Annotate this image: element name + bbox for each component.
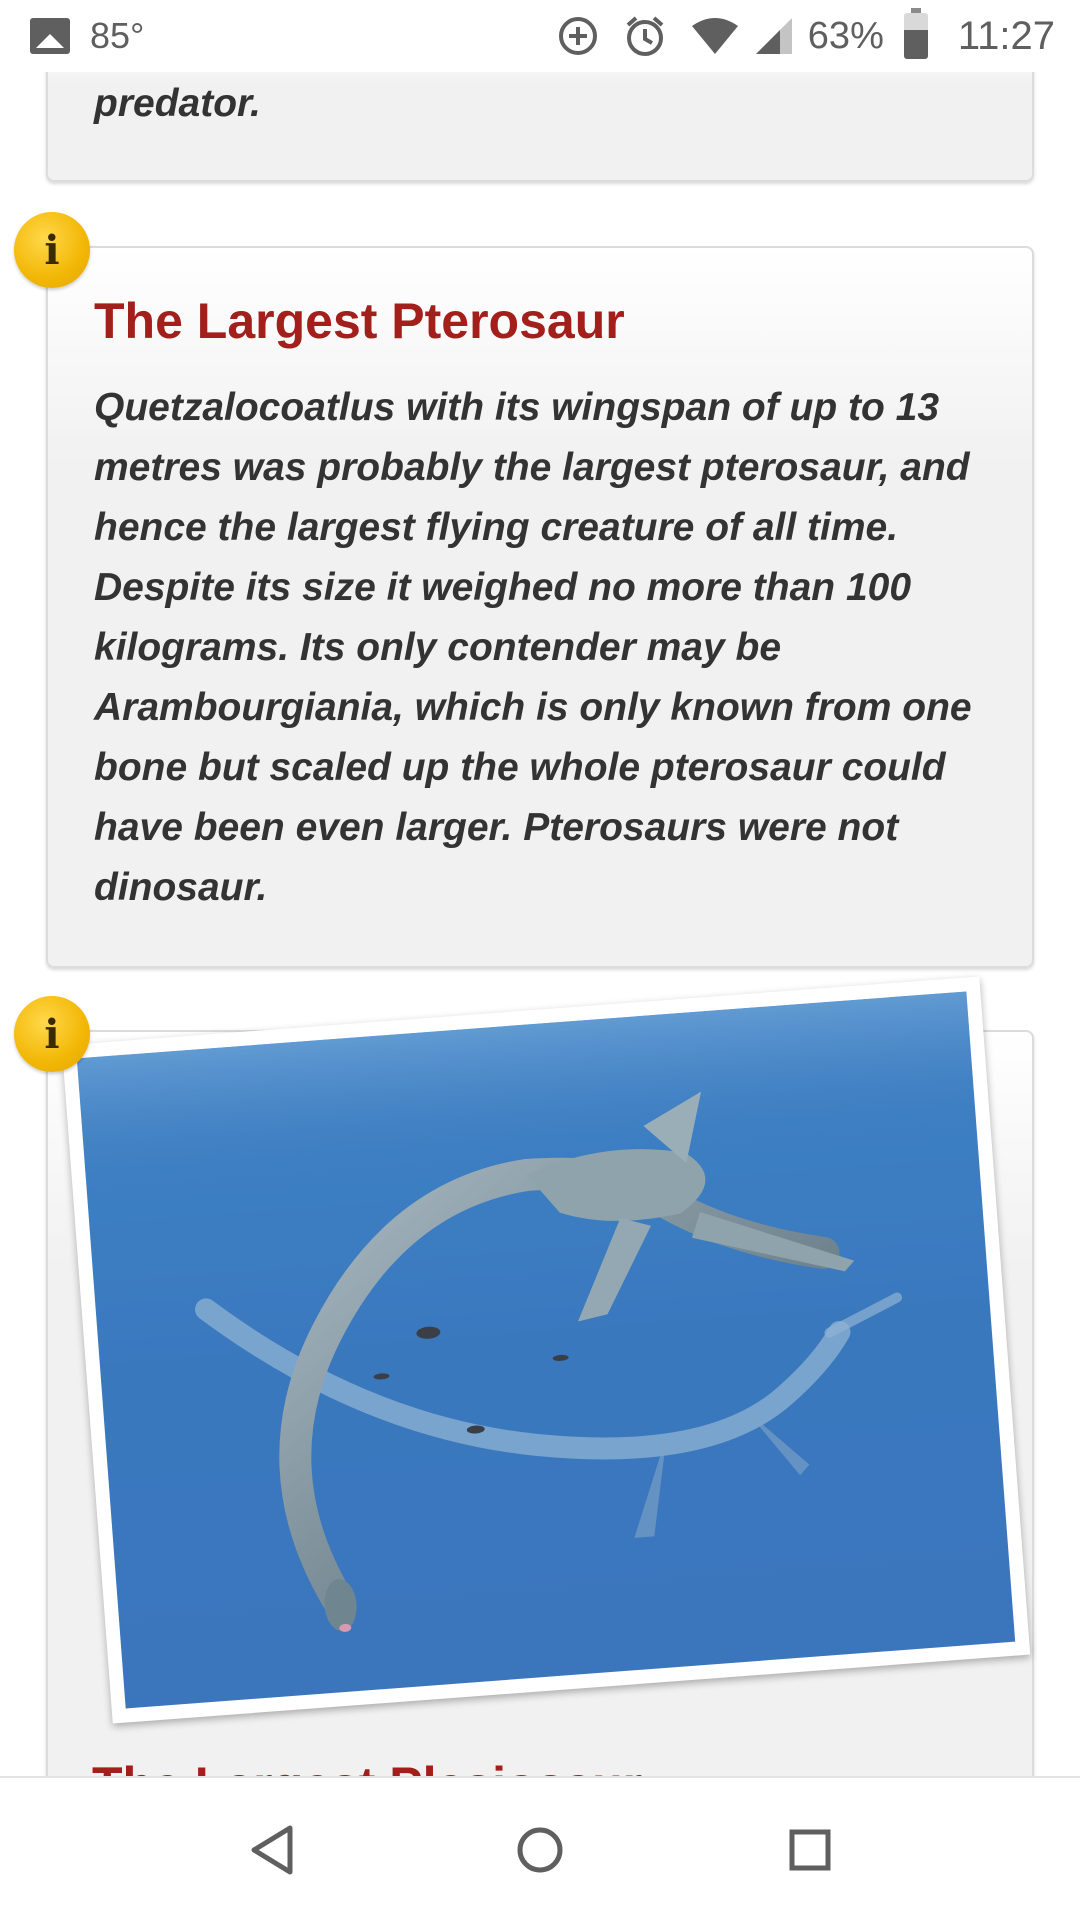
plesiosaur-image xyxy=(76,991,1016,1709)
recents-icon[interactable] xyxy=(770,1810,850,1890)
battery-icon xyxy=(903,8,928,59)
fact-card-previous-text: predator. xyxy=(94,82,261,125)
plesiosaur-photo-frame[interactable] xyxy=(61,976,1031,1724)
fact-card-body: Quetzalocoatlus with its wingspan of up … xyxy=(94,386,972,909)
temperature-text: 85° xyxy=(90,15,145,56)
status-bar: 85° 63% 11:27 xyxy=(0,0,1080,72)
gallery-icon xyxy=(30,18,70,54)
fact-card-title: The Largest Pterosaur xyxy=(94,293,625,349)
alarm-icon xyxy=(622,13,668,59)
screen: 85° 63% 11:27 predator. i The Largest Pt… xyxy=(0,0,1080,1920)
wifi-icon xyxy=(690,16,740,56)
navigation-bar xyxy=(0,1776,1080,1920)
battery-percent: 63% xyxy=(807,14,884,57)
info-icon: i xyxy=(14,996,90,1072)
back-icon[interactable] xyxy=(232,1810,312,1890)
clock: 11:27 xyxy=(957,13,1055,58)
info-icon: i xyxy=(14,212,90,288)
fact-card-largest-pterosaur: The Largest Pterosaur Quetzalocoatlus wi… xyxy=(46,246,1034,968)
cell-signal-icon xyxy=(754,16,794,56)
home-icon[interactable] xyxy=(500,1810,580,1890)
data-saver-icon xyxy=(556,14,600,58)
